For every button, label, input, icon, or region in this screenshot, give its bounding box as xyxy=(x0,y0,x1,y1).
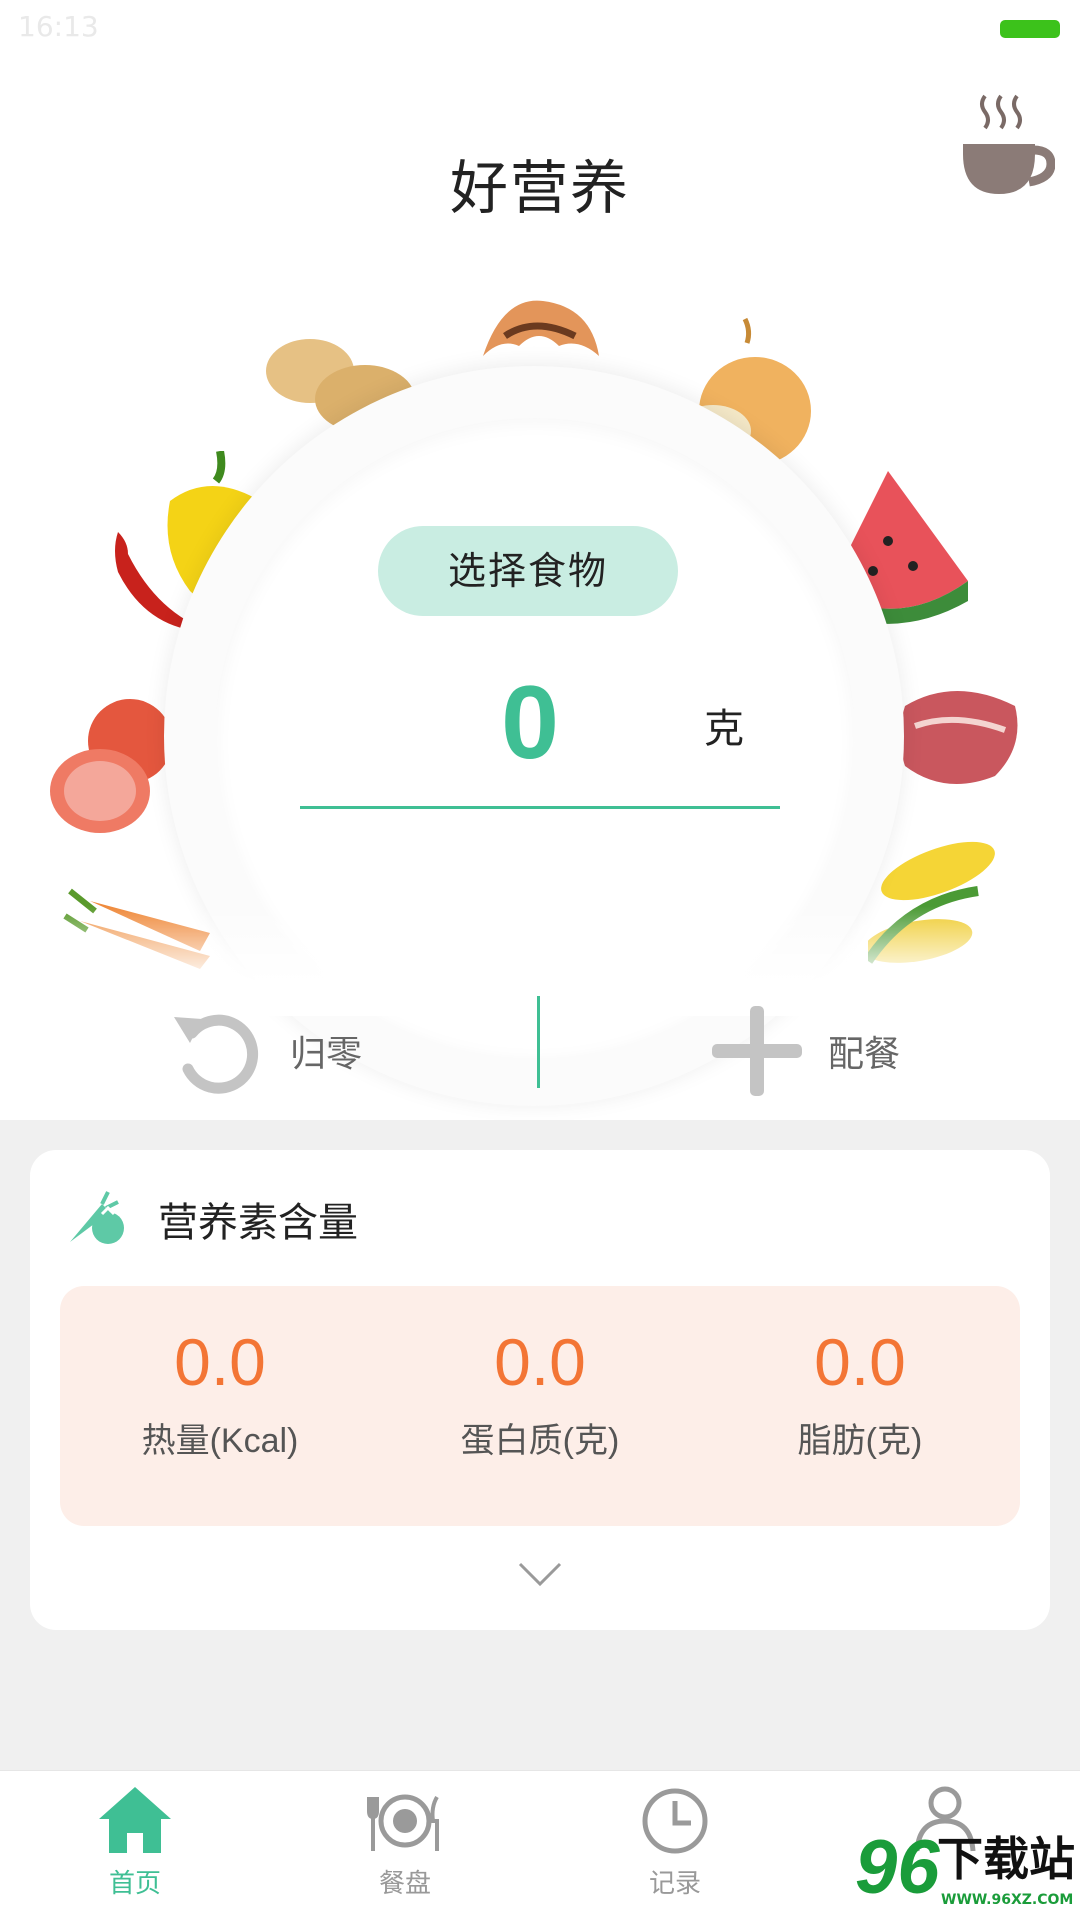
reset-button[interactable]: 归零 xyxy=(168,1001,362,1101)
watermark-logo: 96 下载站 WWW.96XZ.COM xyxy=(855,1830,1080,1920)
meat-icon xyxy=(900,691,1018,784)
reset-icon xyxy=(174,1014,259,1094)
weight-value: 0 xyxy=(501,665,559,781)
nutrient-protein: 0.0 蛋白质(克) xyxy=(380,1286,700,1526)
dial-fade xyxy=(0,906,1080,1016)
nutrient-label: 热量(Kcal) xyxy=(141,1421,299,1460)
combo-button[interactable]: 配餐 xyxy=(712,1001,900,1101)
clock-icon xyxy=(642,1788,708,1854)
nutrient-label: 脂肪(克) xyxy=(797,1421,923,1460)
nutrient-value: 0.0 xyxy=(174,1325,266,1399)
nutrient-label: 蛋白质(克) xyxy=(460,1421,620,1460)
plate-icon xyxy=(367,1794,439,1851)
page-title: 好营养 xyxy=(449,154,630,222)
weight-unit: 克 xyxy=(704,706,744,752)
nutrient-fat: 0.0 脂肪(克) xyxy=(700,1286,1020,1526)
nutrient-title: 营养素含量 xyxy=(158,1200,358,1246)
tab-label: 餐盘 xyxy=(378,1869,431,1899)
carrot-tomato-icon xyxy=(70,1191,124,1244)
scale-area: 好营养 选择食物 0 克 归零 配餐 xyxy=(0,46,1080,1120)
tab-label: 记录 xyxy=(648,1869,701,1899)
nutrient-panel: 0.0 热量(Kcal) 0.0 蛋白质(克) 0.0 脂肪(克) xyxy=(60,1286,1020,1526)
coffee-cup-icon[interactable] xyxy=(955,86,1055,206)
status-time: 16:13 xyxy=(18,10,99,43)
home-icon xyxy=(99,1787,171,1853)
weight-underline xyxy=(300,806,780,809)
nutrient-value: 0.0 xyxy=(814,1325,906,1399)
tomato-icon xyxy=(50,699,172,833)
combo-label: 配餐 xyxy=(828,1034,901,1075)
tab-label: 首页 xyxy=(108,1869,161,1899)
watermark-url: WWW.96XZ.COM xyxy=(941,1892,1074,1908)
nutrient-card: 营养素含量 0.0 热量(Kcal) 0.0 蛋白质(克) 0.0 脂肪(克) xyxy=(30,1150,1050,1630)
battery-icon xyxy=(1000,20,1060,38)
action-divider xyxy=(537,996,540,1088)
tab-plate[interactable]: 餐盘 xyxy=(325,1785,485,1915)
reset-label: 归零 xyxy=(290,1034,363,1075)
plus-icon xyxy=(712,1006,802,1096)
watermark-text: 下载站 xyxy=(937,1832,1075,1886)
nutrient-calories: 0.0 热量(Kcal) xyxy=(60,1286,380,1526)
watermark-number: 96 xyxy=(855,1825,940,1910)
tab-record[interactable]: 记录 xyxy=(595,1785,755,1915)
tab-home[interactable]: 首页 xyxy=(55,1785,215,1915)
chevron-down-icon[interactable] xyxy=(518,1560,562,1590)
nutrient-value: 0.0 xyxy=(494,1325,586,1399)
choose-food-button[interactable]: 选择食物 xyxy=(378,526,678,616)
status-bar: 16:13 xyxy=(0,0,1080,46)
